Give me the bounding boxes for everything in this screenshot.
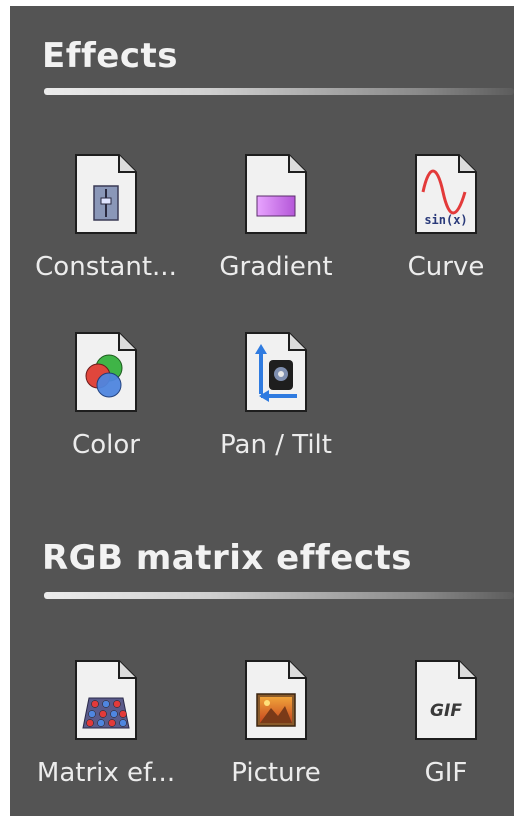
effect-picture-button[interactable]: Picture [191,660,361,816]
section-title-effects: Effects [42,36,179,76]
sin-text: sin(x) [424,213,467,227]
effect-label: GIF [424,758,468,788]
effect-constant-button[interactable]: Constant... [21,154,191,314]
color-circles-icon [75,332,137,412]
effect-label: Constant... [35,252,177,282]
pan-tilt-icon [245,332,307,412]
gif-text: GIF [430,701,462,721]
section-divider [44,88,514,95]
effects-panel: Effects Constant... Gradient sin(x) Curv… [10,6,514,816]
constant-fader-icon [75,154,137,234]
effect-curve-button[interactable]: sin(x) Curve [361,154,514,314]
effect-matrix-button[interactable]: Matrix ef... [21,660,191,816]
section-divider [44,592,514,599]
sine-curve-icon: sin(x) [415,154,477,234]
effect-label: Gradient [219,252,333,282]
effect-label: Picture [231,758,321,788]
effect-gradient-button[interactable]: Gradient [191,154,361,314]
effect-gif-button[interactable]: GIF GIF [361,660,514,816]
effect-pan-tilt-button[interactable]: Pan / Tilt [191,332,361,492]
gif-icon: GIF [415,660,477,740]
effect-label: Color [72,430,140,460]
effect-color-button[interactable]: Color [21,332,191,492]
effect-label: Pan / Tilt [220,430,332,460]
rgb-matrix-icon [75,660,137,740]
effect-label: Curve [407,252,485,282]
picture-icon [245,660,307,740]
section-title-rgb-matrix-effects: RGB matrix effects [42,538,413,578]
effect-label: Matrix ef... [36,758,176,788]
gradient-icon [245,154,307,234]
